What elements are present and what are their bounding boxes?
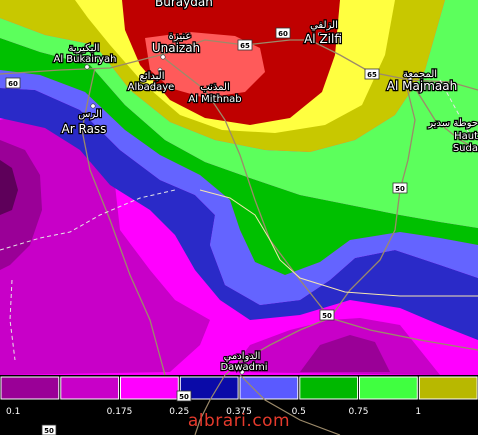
label-ar-rass: Ar Rass	[62, 122, 107, 136]
label-al-bukairyah-ar: البكيرية	[68, 43, 99, 54]
svg-text:65: 65	[367, 71, 377, 79]
label-albadaye: Albadaye	[128, 82, 175, 93]
label-haut-sudair-ar: حوطة سدير	[427, 118, 478, 129]
label-al-zilfi: Al Zilfi	[304, 32, 342, 46]
shield-50-a: 50	[392, 182, 408, 194]
legend-swatch	[418, 376, 478, 400]
label-al-zilfi-ar: الزلفي	[310, 20, 338, 31]
legend-swatch	[0, 376, 60, 400]
legend-swatch	[60, 376, 120, 400]
shield-50-c: 50	[176, 390, 192, 402]
label-haut-sudair-line2: Suda	[453, 143, 478, 154]
label-ar-rass-ar: الرس	[78, 109, 102, 120]
shield-60-b: 60	[275, 27, 291, 39]
watermark-text: albrari.com	[187, 411, 291, 431]
svg-text:50: 50	[322, 312, 332, 320]
label-al-bukairyah: Al Bukairyah	[53, 54, 116, 65]
shield-65-a: 65	[237, 39, 253, 51]
svg-text:60: 60	[278, 30, 288, 38]
label-buraydah: Buraydah	[155, 0, 213, 9]
svg-text:50: 50	[179, 393, 189, 401]
label-albadaye-ar: البدائع	[140, 71, 165, 82]
shield-50-b: 50	[319, 309, 335, 321]
label-al-majmaah: Al Majmaah	[387, 79, 457, 93]
legend-swatch	[239, 376, 299, 400]
legend-swatch	[299, 376, 359, 400]
label-unaizah: Unaizah	[152, 41, 200, 55]
shield-60-a: 60	[5, 77, 21, 89]
svg-text:60: 60	[8, 80, 18, 88]
label-haut-sudair-line1: Haut	[454, 131, 478, 142]
legend-swatch	[120, 376, 179, 400]
svg-text:50: 50	[395, 185, 405, 193]
map-canvas[interactable]: 60 65 60 65 50 50 Buraydah عنيزة Unaizah…	[0, 0, 478, 435]
label-al-mithnab-ar: المذنب	[200, 82, 229, 93]
shield-65-b: 65	[364, 68, 380, 80]
legend-swatch	[359, 376, 418, 400]
label-dawadmi: Dawadmi	[220, 362, 267, 373]
label-dawadmi-ar: الدوادمي	[224, 351, 261, 362]
label-al-mithnab: Al Mithnab	[188, 94, 241, 105]
svg-text:65: 65	[240, 42, 250, 50]
rainfall-map-view: 60 65 60 65 50 50 Buraydah عنيزة Unaizah…	[0, 0, 478, 435]
